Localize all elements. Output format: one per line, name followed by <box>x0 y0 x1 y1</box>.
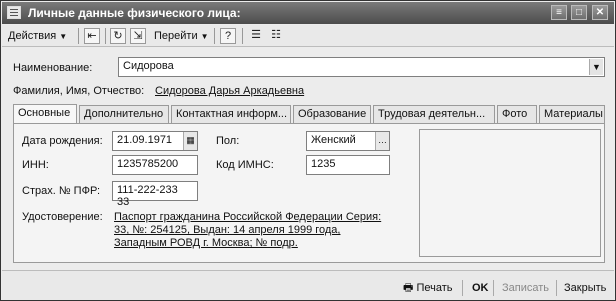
main-tab-panel: Дата рождения: 21.09.1971 ▦ Пол: Женский… <box>13 123 605 263</box>
save-button[interactable]: Записать <box>499 279 552 297</box>
dialog-window: Личные данные физического лица: ≡ □ ✕ Де… <box>0 0 616 301</box>
name-value: Сидорова <box>123 60 174 72</box>
close-button[interactable]: Закрыть <box>561 279 609 297</box>
id-line-1: Паспорт гражданина Российской Федерации … <box>114 211 382 223</box>
pfr-value: 111-222-233 33 <box>117 184 178 208</box>
fio-link[interactable]: Сидорова Дарья Аркадьевна <box>155 85 304 97</box>
gender-field[interactable]: Женский … <box>306 131 390 151</box>
tab-work[interactable]: Трудовая деятельн... <box>373 105 495 123</box>
actions-menu[interactable]: Действия ▼ <box>8 28 67 44</box>
open-linked-icon[interactable]: ⇲ <box>130 28 146 44</box>
chevron-down-icon[interactable]: ▼ <box>589 59 603 75</box>
form-icon <box>7 6 21 19</box>
print-button[interactable]: 🖶 Печать <box>400 279 456 297</box>
chevron-down-icon: ▼ <box>200 32 209 41</box>
inn-label: ИНН: <box>22 159 49 171</box>
pfr-field[interactable]: 111-222-233 33 <box>112 181 198 208</box>
refresh-icon[interactable]: ↻ <box>110 28 126 44</box>
help-icon[interactable]: ? <box>220 28 236 44</box>
name-input[interactable]: Сидорова ▼ <box>118 57 605 77</box>
chevron-down-icon: ▼ <box>59 32 68 41</box>
gender-value: Женский <box>311 134 356 146</box>
actions-label: Действия <box>8 30 57 42</box>
id-line-2: 33, №: 254125, Выдан: 14 апреля 1999 год… <box>114 224 341 236</box>
menu-icon[interactable]: ≡ <box>551 5 567 20</box>
id-line-3: Западным РОВД г. Москва; № подр. <box>114 237 298 249</box>
birthdate-value: 21.09.1971 <box>117 134 173 146</box>
inn-field[interactable]: 1235785200 <box>112 155 198 175</box>
more-icon[interactable]: … <box>375 132 389 150</box>
bottom-divider <box>462 280 463 296</box>
goto-menu[interactable]: Перейти ▼ <box>154 28 209 44</box>
imns-label: Код ИМНС: <box>216 159 274 171</box>
toolbar: Действия ▼ ⇤ ↻ ⇲ Перейти ▼ ? ☰ ☷ <box>2 25 614 47</box>
bottom-bar: 🖶 Печать OK Записать Закрыть <box>2 270 614 300</box>
list-view-icon[interactable]: ☰ <box>248 28 264 44</box>
id-document-link[interactable]: Паспорт гражданина Российской Федерации … <box>114 211 381 250</box>
imns-value: 1235 <box>311 158 336 170</box>
printer-icon: 🖶 <box>403 282 414 294</box>
id-label: Удостоверение: <box>22 211 103 223</box>
birthdate-label: Дата рождения: <box>22 135 103 147</box>
calendar-icon[interactable]: ▦ <box>183 132 197 150</box>
toolbar-divider <box>78 28 79 44</box>
tab-contacts[interactable]: Контактная информ... <box>171 105 291 123</box>
title-bar: Личные данные физического лица: ≡ □ ✕ <box>2 2 614 24</box>
close-icon[interactable]: ✕ <box>592 5 608 20</box>
toolbar-divider <box>105 28 106 44</box>
toolbar-divider <box>214 28 215 44</box>
print-label: Печать <box>416 282 453 294</box>
toolbar-divider <box>242 28 243 44</box>
pfr-label: Страх. № ПФР: <box>22 185 101 197</box>
maximize-icon[interactable]: □ <box>571 5 587 20</box>
fio-label: Фамилия, Имя, Отчество: <box>13 85 145 97</box>
imns-field[interactable]: 1235 <box>306 155 390 175</box>
bottom-divider <box>493 280 494 296</box>
back-arrow-icon[interactable]: ⇤ <box>84 28 100 44</box>
inn-value: 1235785200 <box>117 158 179 170</box>
tab-main[interactable]: Основные <box>13 104 77 124</box>
photo-box <box>419 129 601 257</box>
birthdate-field[interactable]: 21.09.1971 ▦ <box>112 131 198 151</box>
bottom-divider <box>556 280 557 296</box>
tab-education[interactable]: Образование <box>293 105 371 123</box>
checklist-icon[interactable]: ☷ <box>268 28 284 44</box>
name-label: Наименование: <box>13 62 93 74</box>
tab-additional[interactable]: Дополнительно <box>79 105 169 123</box>
tab-materials[interactable]: Материалы <box>539 105 605 123</box>
window-title: Личные данные физического лица: <box>28 6 241 20</box>
goto-label: Перейти <box>154 30 198 42</box>
ok-button[interactable]: OK <box>469 279 492 297</box>
tab-photo[interactable]: Фото <box>497 105 537 123</box>
gender-label: Пол: <box>216 135 240 147</box>
